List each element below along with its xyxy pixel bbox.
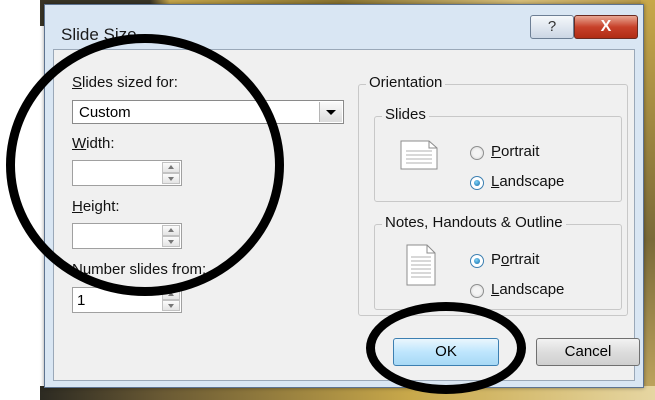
notes-landscape-label[interactable]: Landscape xyxy=(491,281,564,298)
notes-orientation-label: Notes, Handouts & Outline xyxy=(382,214,566,231)
portrait-page-icon xyxy=(406,244,436,286)
height-spin-buttons xyxy=(162,225,180,247)
dialog-title: Slide Size xyxy=(61,25,137,44)
height-increment-icon[interactable] xyxy=(162,225,180,236)
orientation-label: Orientation xyxy=(366,74,446,91)
slides-portrait-label[interactable]: Portrait xyxy=(491,143,539,160)
height-spinner[interactable] xyxy=(72,223,182,249)
slides-sized-for-value: Custom xyxy=(79,104,131,121)
slides-orientation-label: Slides xyxy=(382,106,429,123)
slides-landscape-label[interactable]: Landscape xyxy=(491,173,564,190)
slides-sized-for-dropdown[interactable]: Custom xyxy=(72,100,344,124)
number-increment-icon[interactable] xyxy=(162,289,180,300)
title-bar[interactable]: Slide Size ? X xyxy=(45,5,643,49)
landscape-page-icon xyxy=(400,140,438,170)
cancel-button[interactable]: Cancel xyxy=(536,338,640,366)
number-slides-from-value[interactable]: 1 xyxy=(77,292,85,309)
background-left xyxy=(0,0,40,400)
close-icon: X xyxy=(600,18,612,35)
notes-landscape-radio[interactable] xyxy=(470,284,484,298)
close-button[interactable]: X xyxy=(574,15,638,39)
slides-sized-for-label: Slides sized for: xyxy=(72,74,178,91)
number-slides-from-label: Number slides from: xyxy=(72,261,207,278)
background-bottom xyxy=(40,386,655,400)
help-icon: ? xyxy=(547,18,557,35)
slide-size-dialog: Slide Size ? X Slides sized for: Custom … xyxy=(44,4,644,388)
notes-portrait-radio[interactable] xyxy=(470,254,484,268)
chevron-down-icon[interactable] xyxy=(319,102,342,122)
width-spinner[interactable] xyxy=(72,160,182,186)
number-slides-from-spinner[interactable]: 1 xyxy=(72,287,182,313)
slides-landscape-radio[interactable] xyxy=(470,176,484,190)
number-decrement-icon[interactable] xyxy=(162,300,180,311)
width-spin-buttons xyxy=(162,162,180,184)
ok-button[interactable]: OK xyxy=(393,338,499,366)
width-increment-icon[interactable] xyxy=(162,162,180,173)
width-label: Width: xyxy=(72,135,115,152)
number-spin-buttons xyxy=(162,289,180,311)
help-button[interactable]: ? xyxy=(530,15,574,39)
height-label: Height: xyxy=(72,198,120,215)
notes-portrait-label[interactable]: Portrait xyxy=(491,251,539,268)
width-decrement-icon[interactable] xyxy=(162,173,180,184)
dialog-content: Slides sized for: Custom Width: Height: … xyxy=(53,49,640,381)
slides-portrait-radio[interactable] xyxy=(470,146,484,160)
height-decrement-icon[interactable] xyxy=(162,236,180,247)
